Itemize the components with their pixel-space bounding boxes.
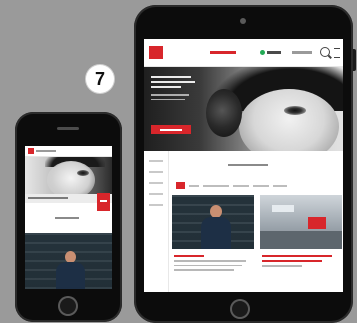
hero-subtext-line [151,94,189,96]
phone-speaker [57,127,79,130]
tablet-camera [240,18,246,24]
section-title [228,164,268,166]
article-card-line [174,260,246,262]
article-card-title[interactable] [262,255,332,257]
lab-lamp [272,205,294,212]
lab-bench [260,231,342,249]
sidebar-item[interactable] [149,160,163,162]
step-number: 7 [94,68,105,89]
tablet-home-button[interactable] [230,299,250,319]
tablet-screen [144,39,343,292]
article-card-image[interactable] [260,195,342,249]
tablet-side-button [353,49,356,71]
hero-headline-line [151,86,181,88]
hero-photo-face [47,161,95,194]
article-card-line [174,269,234,271]
article-card-line [262,265,302,267]
person-body [56,262,85,289]
menu-icon[interactable] [334,48,340,58]
site-logo[interactable] [149,46,163,59]
tablet-sidebar [144,151,169,292]
phone-hero-banner [25,157,112,194]
step-badge: 7 [86,65,114,93]
filter-tab[interactable] [189,184,199,187]
filter-tab[interactable] [203,184,229,187]
sidebar-item[interactable] [149,182,163,184]
site-name [36,150,56,152]
article-card-line [174,264,242,266]
status-dot-icon [260,50,265,55]
phone-article-image[interactable] [25,233,112,289]
sidebar-item[interactable] [149,171,163,173]
person-body [201,217,231,249]
tablet-hero-banner [144,67,343,151]
filter-tab[interactable] [253,184,269,187]
filter-tab[interactable] [233,184,249,187]
phone-screen [25,146,112,289]
caption-line [28,197,68,199]
hero-cta-button[interactable] [151,125,191,134]
sidebar-item[interactable] [149,193,163,195]
device-mockup-stage: 7 [0,0,357,323]
article-card-title[interactable] [174,255,204,257]
lab-equipment [308,217,326,229]
search-icon[interactable] [320,47,330,57]
tablet-content [144,151,343,292]
hero-headline [151,76,195,103]
hero-headline-line [151,81,195,83]
phone-home-button[interactable] [58,296,78,316]
nav-link-secondary[interactable] [267,51,281,54]
sidebar-item[interactable] [149,204,163,206]
article-card-title[interactable] [262,260,322,262]
phone-site-header [25,146,112,157]
tablet-device [134,5,356,323]
hero-photo-headphone [206,89,242,137]
filter-tab[interactable] [273,184,287,187]
nav-link-tertiary[interactable] [292,51,312,54]
site-logo[interactable] [28,148,34,154]
article-card-text [262,255,332,270]
phone-section-title [25,203,112,233]
hero-photo-eye [77,170,89,176]
article-card-image[interactable] [172,195,254,249]
article-card-text [174,255,246,274]
filter-tabs [176,182,287,189]
tablet-site-header [144,39,343,67]
hero-headline-line [151,76,191,78]
section-title-line [55,217,79,219]
hero-subtext-line [151,98,185,100]
nav-link-primary[interactable] [210,51,236,54]
phone-device [15,112,122,322]
hero-photo-eye [284,106,306,115]
filter-tab-active[interactable] [176,182,185,189]
